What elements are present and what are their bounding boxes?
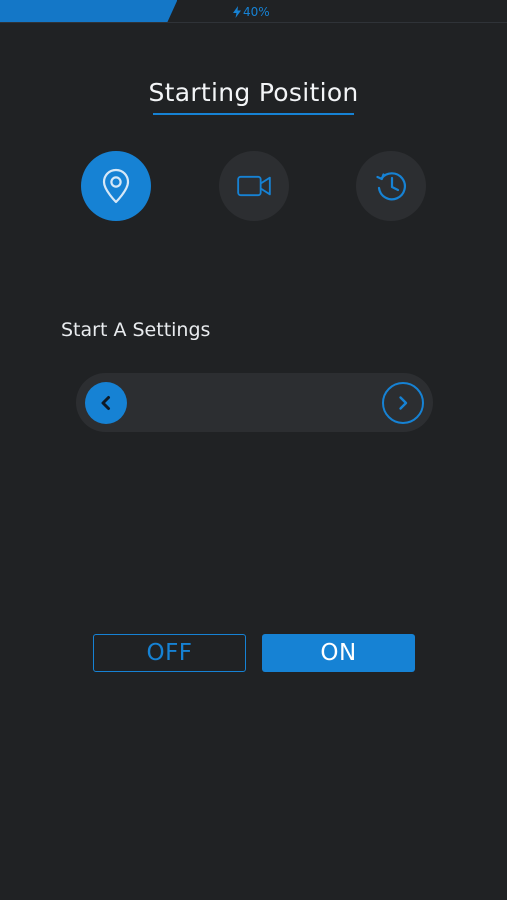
- status-bar: 40%: [0, 0, 507, 23]
- history-icon: [376, 172, 406, 201]
- mode-history-button[interactable]: [356, 151, 426, 221]
- next-button[interactable]: [382, 382, 424, 424]
- location-pin-icon: [102, 168, 130, 204]
- previous-button[interactable]: [85, 382, 127, 424]
- settings-selector: [76, 373, 433, 432]
- progress-fill: [0, 0, 177, 22]
- mode-location-button[interactable]: [81, 151, 151, 221]
- on-button[interactable]: ON: [262, 634, 415, 672]
- lightning-icon: [233, 6, 241, 18]
- battery-label: 40%: [243, 5, 270, 19]
- mode-video-button[interactable]: [219, 151, 289, 221]
- off-button[interactable]: OFF: [93, 634, 246, 672]
- chevron-right-icon: [399, 396, 408, 410]
- chevron-left-icon: [101, 396, 110, 410]
- title-underline: [153, 113, 354, 115]
- video-camera-icon: [237, 175, 271, 197]
- page-title: Starting Position: [148, 78, 359, 107]
- settings-label: Start A Settings: [61, 319, 211, 341]
- battery-indicator: 40%: [233, 4, 270, 20]
